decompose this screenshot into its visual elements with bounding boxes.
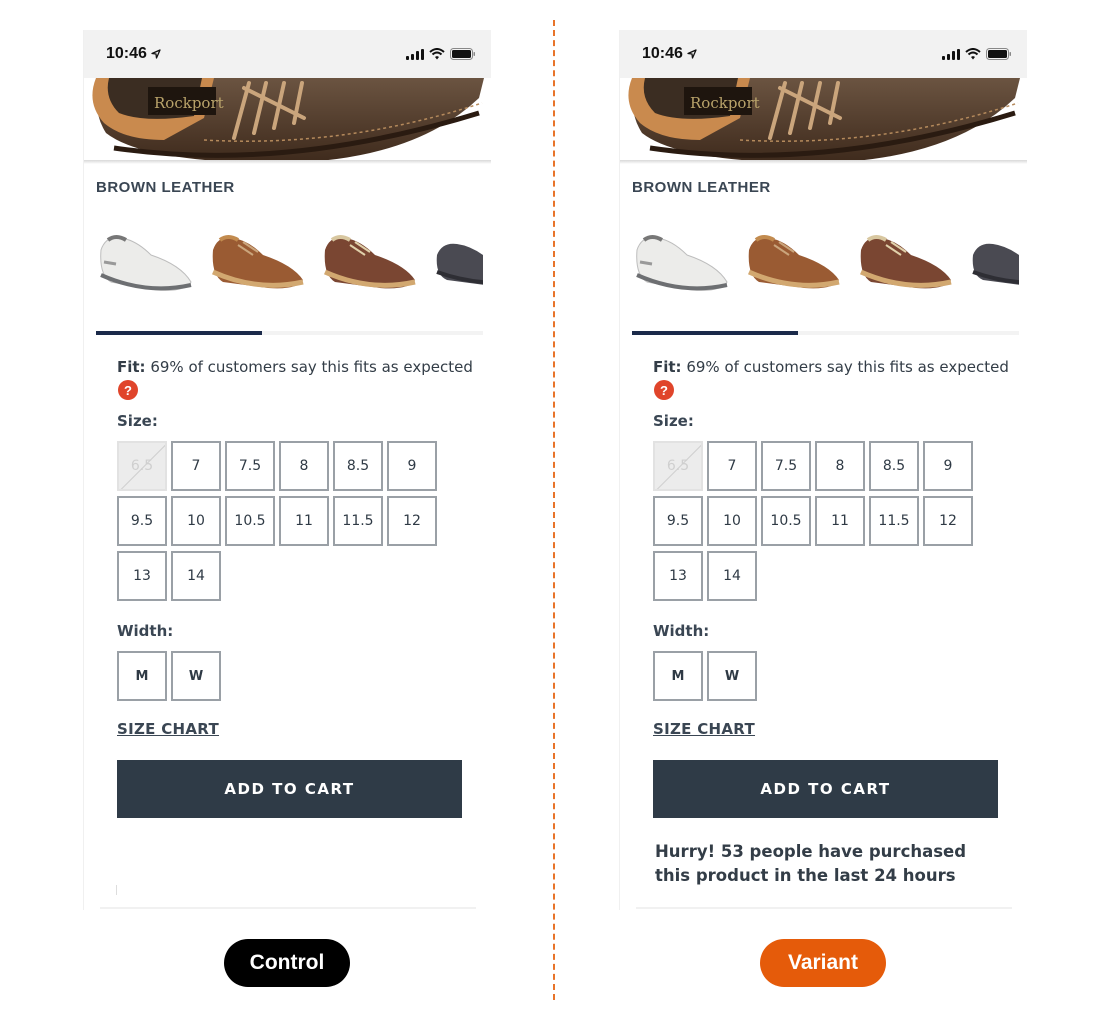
size-chart-link[interactable]: SIZE CHART <box>117 720 219 738</box>
grey-shoe-thumbnail[interactable] <box>968 220 1019 300</box>
width-option-m[interactable]: M <box>117 651 167 701</box>
size-option-14[interactable]: 14 <box>171 551 221 601</box>
hero-shadow <box>84 160 491 164</box>
size-option-6-5: 6.5 <box>117 441 167 491</box>
color-thumbnail-carousel[interactable] <box>96 220 483 300</box>
battery-icon <box>986 48 1011 60</box>
size-option-10-5[interactable]: 10.5 <box>225 496 275 546</box>
color-name: BROWN LEATHER <box>632 182 771 196</box>
size-option-7[interactable]: 7 <box>171 441 221 491</box>
width-option-w[interactable]: W <box>707 651 757 701</box>
size-option-9[interactable]: 9 <box>923 441 973 491</box>
color-name: BROWN LEATHER <box>96 182 235 196</box>
white-shoe-thumbnail[interactable] <box>96 220 196 300</box>
width-option-m[interactable]: M <box>653 651 703 701</box>
urgency-line-2: this product in the last 24 hours <box>655 866 956 885</box>
help-question-icon[interactable]: ? <box>118 380 138 400</box>
size-option-6-5: 6.5 <box>653 441 703 491</box>
fit-text: 69% of customers say this fits as expect… <box>150 358 473 376</box>
location-arrow-icon <box>687 49 697 59</box>
size-option-8-5[interactable]: 8.5 <box>869 441 919 491</box>
brand-logo-text: Rockport <box>154 94 224 112</box>
size-option-14[interactable]: 14 <box>707 551 757 601</box>
size-option-7[interactable]: 7 <box>707 441 757 491</box>
size-option-9-5[interactable]: 9.5 <box>653 496 703 546</box>
size-option-8[interactable]: 8 <box>279 441 329 491</box>
size-option-10[interactable]: 10 <box>707 496 757 546</box>
size-option-10[interactable]: 10 <box>171 496 221 546</box>
fit-text: 69% of customers say this fits as expect… <box>686 358 1009 376</box>
fit-label: Fit: <box>117 358 146 376</box>
size-option-13[interactable]: 13 <box>653 551 703 601</box>
bottom-divider <box>100 907 476 909</box>
carousel-progress-track <box>96 331 483 335</box>
size-label: Size: <box>653 412 694 430</box>
location-arrow-icon <box>151 49 161 59</box>
fit-label: Fit: <box>653 358 682 376</box>
shoe-hero-illustration: Rockport <box>92 78 484 163</box>
wifi-icon <box>965 48 981 60</box>
clock-text: 10:46 <box>642 45 683 62</box>
control-badge: Control <box>224 939 350 987</box>
text-cursor <box>116 885 117 895</box>
add-to-cart-button[interactable]: ADD TO CART <box>117 760 462 818</box>
size-option-9[interactable]: 9 <box>387 441 437 491</box>
ab-test-divider <box>553 20 555 1000</box>
carousel-progress-fill <box>96 331 263 335</box>
shoe-hero-illustration: Rockport <box>628 78 1020 163</box>
variant-badge: Variant <box>760 939 886 987</box>
size-option-8[interactable]: 8 <box>815 441 865 491</box>
urgency-line-1: Hurry! 53 people have purchased <box>655 842 967 861</box>
help-question-icon[interactable]: ? <box>654 380 674 400</box>
size-option-8-5[interactable]: 8.5 <box>333 441 383 491</box>
brown-shoe-thumbnail[interactable] <box>856 220 956 300</box>
carousel-progress-fill <box>632 331 799 335</box>
grey-shoe-thumbnail[interactable] <box>432 220 483 300</box>
size-option-7-5[interactable]: 7.5 <box>225 441 275 491</box>
size-option-7-5[interactable]: 7.5 <box>761 441 811 491</box>
size-option-11-5[interactable]: 11.5 <box>869 496 919 546</box>
size-option-13[interactable]: 13 <box>117 551 167 601</box>
status-time: 10:46 <box>106 45 161 63</box>
tan-shoe-thumbnail[interactable] <box>744 220 844 300</box>
urgency-message: Hurry! 53 people have purchased this pro… <box>655 840 1015 888</box>
status-time: 10:46 <box>642 45 697 63</box>
size-option-10-5[interactable]: 10.5 <box>761 496 811 546</box>
width-option-w[interactable]: W <box>171 651 221 701</box>
control-phone-screen: 10:46 Rockport BROWN LEATHER Fit: 69% of… <box>83 30 491 910</box>
size-option-12[interactable]: 12 <box>923 496 973 546</box>
tan-shoe-thumbnail[interactable] <box>208 220 308 300</box>
size-label: Size: <box>117 412 158 430</box>
color-thumbnail-carousel[interactable] <box>632 220 1019 300</box>
brand-logo-text: Rockport <box>690 94 760 112</box>
add-to-cart-button[interactable]: ADD TO CART <box>653 760 998 818</box>
width-label: Width: <box>117 622 174 640</box>
width-label: Width: <box>653 622 710 640</box>
bottom-divider <box>636 907 1012 909</box>
fit-info: Fit: 69% of customers say this fits as e… <box>117 358 491 376</box>
status-bar: 10:46 <box>84 30 491 78</box>
size-chart-link[interactable]: SIZE CHART <box>653 720 755 738</box>
status-bar: 10:46 <box>620 30 1027 78</box>
cellular-signal-icon <box>942 48 960 60</box>
size-option-12[interactable]: 12 <box>387 496 437 546</box>
battery-icon <box>450 48 475 60</box>
clock-text: 10:46 <box>106 45 147 62</box>
product-hero-image[interactable]: Rockport <box>620 78 1027 168</box>
hero-shadow <box>620 160 1027 164</box>
cellular-signal-icon <box>406 48 424 60</box>
brown-shoe-thumbnail[interactable] <box>320 220 420 300</box>
size-option-11[interactable]: 11 <box>815 496 865 546</box>
white-shoe-thumbnail[interactable] <box>632 220 732 300</box>
size-option-11-5[interactable]: 11.5 <box>333 496 383 546</box>
fit-info: Fit: 69% of customers say this fits as e… <box>653 358 1027 376</box>
variant-phone-screen: 10:46 Rockport BROWN LEATHER Fit: 69% of… <box>619 30 1027 910</box>
size-option-11[interactable]: 11 <box>279 496 329 546</box>
carousel-progress-track <box>632 331 1019 335</box>
size-option-9-5[interactable]: 9.5 <box>117 496 167 546</box>
wifi-icon <box>429 48 445 60</box>
product-hero-image[interactable]: Rockport <box>84 78 491 168</box>
